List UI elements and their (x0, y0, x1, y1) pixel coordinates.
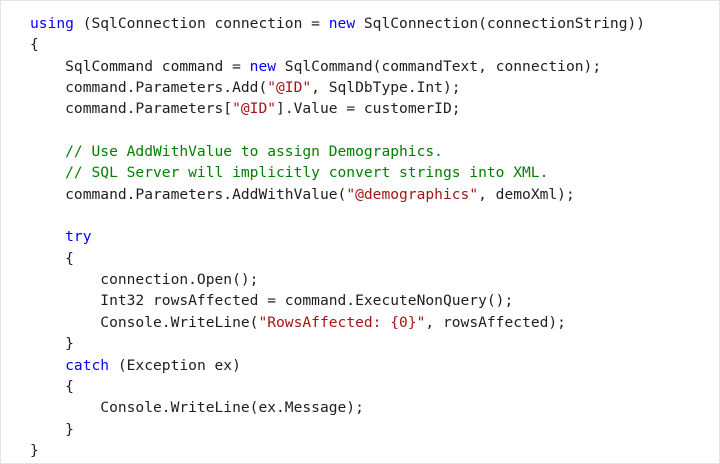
code-token: SqlCommand(commandText, connection); (276, 57, 602, 75)
code-line: using (SqlConnection connection = new Sq… (30, 13, 645, 34)
code-line: ​ (30, 120, 645, 141)
string-token: "RowsAffected: {0}" (258, 313, 426, 331)
keyword-token: new (249, 57, 277, 75)
code-line: try (30, 226, 645, 247)
code-token: (Exception ex) (109, 356, 241, 374)
code-token: { (30, 36, 39, 54)
keyword-token: using (30, 15, 74, 32)
code-token: command.Parameters[ (30, 100, 233, 118)
code-token: , SqlDbType.Int); (311, 79, 461, 97)
code-line: { (30, 34, 645, 55)
code-token: { (30, 249, 74, 267)
string-token: "@demographics" (346, 185, 479, 203)
code-line: command.Parameters.Add("@ID", SqlDbType.… (30, 77, 645, 98)
code-token: command.Parameters.Add( (30, 79, 268, 97)
code-text: using (SqlConnection connection = new Sq… (30, 13, 645, 461)
code-line: SqlCommand command = new SqlCommand(comm… (30, 56, 645, 77)
code-token: connection.Open(); (30, 271, 259, 289)
code-line: ​ (30, 205, 645, 226)
code-token: } (30, 420, 74, 438)
code-line: { (30, 248, 645, 269)
string-token: "@ID" (267, 79, 312, 97)
code-line: // Use AddWithValue to assign Demographi… (30, 141, 645, 162)
code-token: SqlCommand command = (30, 57, 250, 75)
code-line: { (30, 376, 645, 397)
code-token: SqlConnection(connectionString)) (355, 15, 646, 32)
code-line: connection.Open(); (30, 269, 645, 290)
code-line: } (30, 419, 645, 440)
code-line: Console.WriteLine("RowsAffected: {0}", r… (30, 312, 645, 333)
code-token: Int32 rowsAffected = command.ExecuteNonQ… (30, 292, 514, 310)
code-line: Console.WriteLine(ex.Message); (30, 397, 645, 418)
code-token: Console.WriteLine( (30, 313, 259, 331)
string-token: "@ID" (232, 100, 277, 118)
keyword-token: new (328, 15, 356, 32)
code-token: } (30, 441, 39, 459)
code-token: Console.WriteLine(ex.Message); (30, 399, 364, 417)
code-line: // SQL Server will implicitly convert st… (30, 162, 645, 183)
comment-token: // Use AddWithValue to assign Demographi… (30, 143, 443, 161)
code-line: } (30, 440, 645, 461)
code-token: , demoXml); (478, 185, 575, 203)
code-line: command.Parameters.AddWithValue("@demogr… (30, 184, 645, 205)
comment-token: // SQL Server will implicitly convert st… (30, 164, 549, 182)
code-token: } (30, 335, 74, 353)
code-token: command.Parameters.AddWithValue( (30, 185, 347, 203)
code-line: catch (Exception ex) (30, 355, 645, 376)
code-token: , rowsAffected); (425, 313, 566, 331)
code-block: using (SqlConnection connection = new Sq… (0, 0, 720, 464)
code-token: ].Value = customerID; (276, 100, 461, 118)
code-line: } (30, 333, 645, 354)
code-line: Int32 rowsAffected = command.ExecuteNonQ… (30, 290, 645, 311)
code-line: command.Parameters["@ID"].Value = custom… (30, 98, 645, 119)
keyword-token: try (30, 228, 92, 246)
keyword-token: catch (30, 356, 110, 374)
code-token: { (30, 377, 74, 395)
code-token: (SqlConnection connection = (73, 15, 329, 32)
